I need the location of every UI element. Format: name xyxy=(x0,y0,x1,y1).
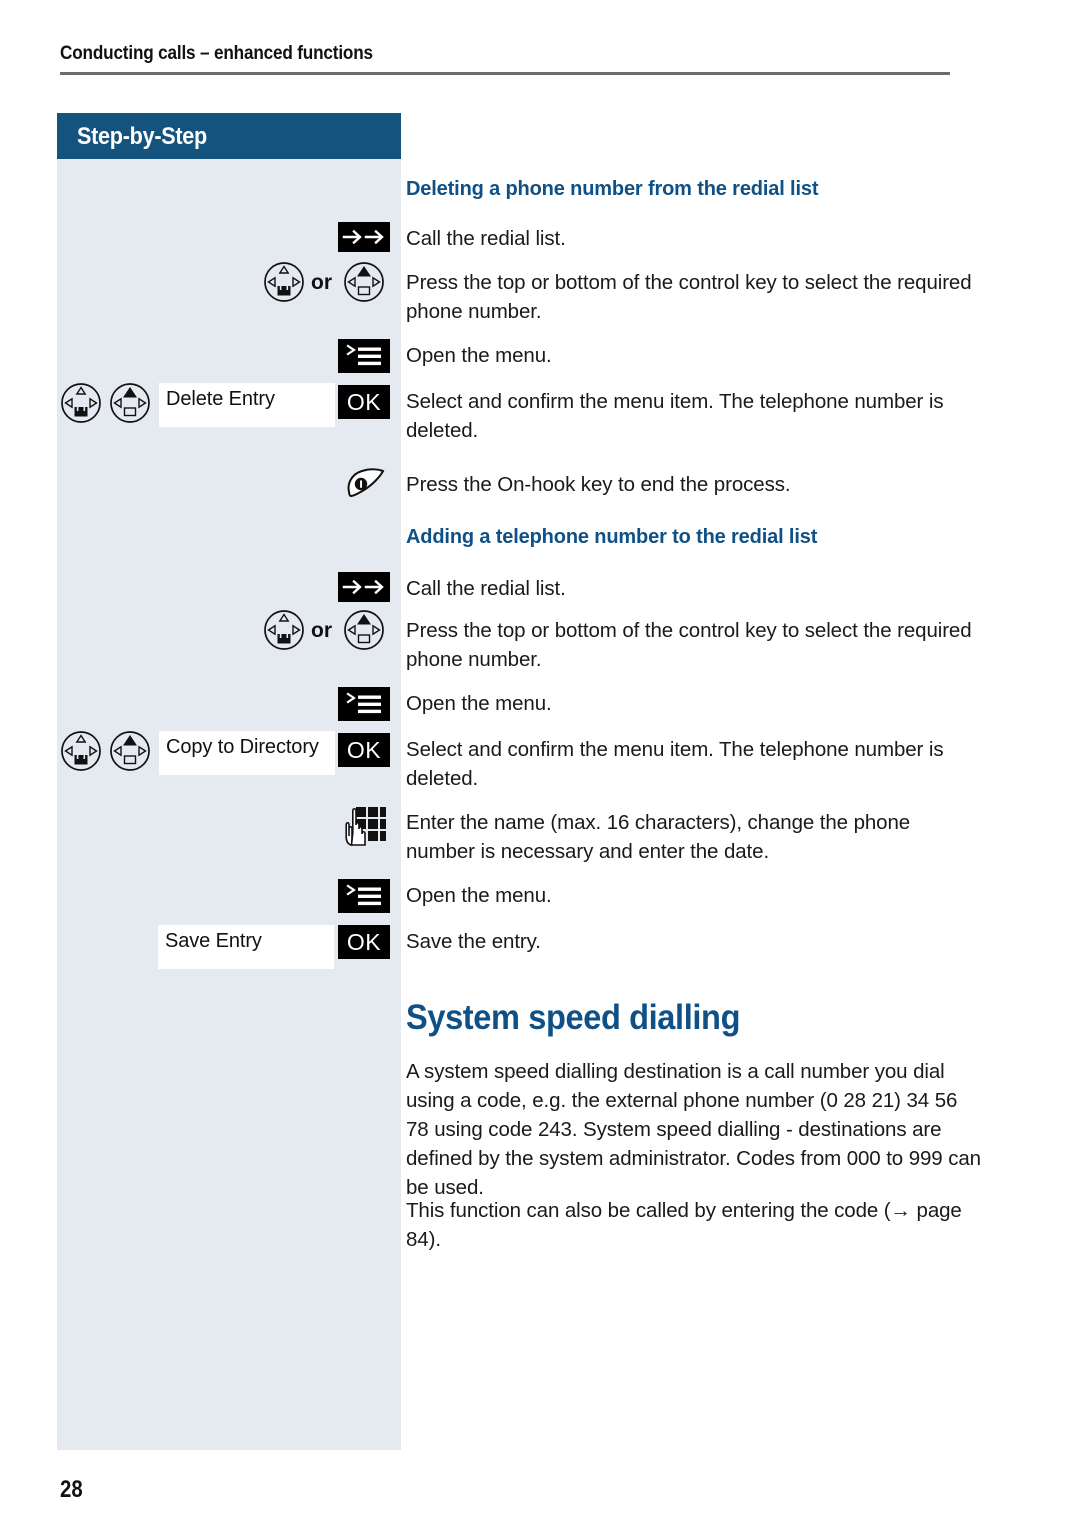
step-by-step-panel xyxy=(57,113,401,1450)
control-key-up-icon-4[interactable] xyxy=(109,730,151,772)
step-by-step-header: Step-by-Step xyxy=(57,113,401,159)
display-field-delete-entry[interactable]: Delete Entry xyxy=(159,383,335,427)
redial-key-icon-2[interactable] xyxy=(338,572,390,602)
control-key-up-icon[interactable] xyxy=(343,261,385,303)
control-key-up-icon-3[interactable] xyxy=(343,609,385,651)
page-reference-arrow-icon: → xyxy=(890,1199,912,1222)
display-field-delete-entry-text: Delete Entry xyxy=(166,388,275,410)
step-text-open-menu-2: Open the menu. xyxy=(406,692,552,715)
ok-key-3[interactable]: OK xyxy=(338,925,390,959)
page-number: 28 xyxy=(60,1476,83,1503)
step-text-press-control-key-1: Press the top or bottom of the control k… xyxy=(406,271,972,323)
display-field-save-entry-text: Save Entry xyxy=(165,930,262,952)
redial-key-icon[interactable] xyxy=(338,222,390,252)
on-hook-key-icon[interactable] xyxy=(342,465,388,505)
menu-key-icon-2[interactable] xyxy=(338,687,390,721)
keypad-key-icon[interactable] xyxy=(343,803,389,847)
control-key-up-icon-2[interactable] xyxy=(109,382,151,424)
section-heading-adding-number: Adding a telephone number to the redial … xyxy=(406,526,818,548)
display-field-copy-to-directory[interactable]: Copy to Directory xyxy=(159,731,335,775)
display-field-save-entry[interactable]: Save Entry xyxy=(158,925,334,969)
step-text-call-redial-list-1: Call the redial list. xyxy=(406,227,566,250)
ok-key-2[interactable]: OK xyxy=(338,733,390,767)
control-key-down-icon-4[interactable] xyxy=(60,730,102,772)
section-heading-delete-number: Deleting a phone number from the redial … xyxy=(406,178,819,200)
step-text-call-redial-list-2: Call the redial list. xyxy=(406,577,566,600)
running-head-text: Conducting calls – enhanced functions xyxy=(60,42,373,64)
control-key-down-icon-3[interactable] xyxy=(263,609,305,651)
display-field-copy-to-directory-text: Copy to Directory xyxy=(166,736,319,758)
step-text-press-control-key-2: Press the top or bottom of the control k… xyxy=(406,619,972,671)
paragraph-system-speed-dialling-1: A system speed dialling destination is a… xyxy=(406,1060,981,1199)
step-text-save-entry: Save the entry. xyxy=(406,930,541,953)
control-key-down-icon-2[interactable] xyxy=(60,382,102,424)
step-text-select-confirm-1: Select and confirm the menu item. The te… xyxy=(406,390,944,442)
ok-key-1[interactable]: OK xyxy=(338,385,390,419)
paragraph-system-speed-dialling-2: This function can also be called by ente… xyxy=(406,1196,981,1254)
step-text-open-menu-1: Open the menu. xyxy=(406,344,552,367)
menu-key-icon[interactable] xyxy=(338,339,390,373)
or-label-1: or xyxy=(311,271,332,294)
step-by-step-label: Step-by-Step xyxy=(77,123,207,150)
menu-key-icon-3[interactable] xyxy=(338,879,390,913)
step-text-open-menu-3: Open the menu. xyxy=(406,884,552,907)
step-text-on-hook-1: Press the On-hook key to end the process… xyxy=(406,473,791,496)
control-key-down-icon[interactable] xyxy=(263,261,305,303)
running-head-rule xyxy=(60,72,950,75)
or-label-2: or xyxy=(311,619,332,642)
step-text-enter-name: Enter the name (max. 16 characters), cha… xyxy=(406,811,911,863)
step-text-select-confirm-2: Select and confirm the menu item. The te… xyxy=(406,738,944,790)
paragraph-2-prefix: This function can also be called by ente… xyxy=(406,1199,891,1222)
running-head: Conducting calls – enhanced functions xyxy=(60,42,950,75)
page-title-system-speed-dialling: System speed dialling xyxy=(406,998,741,1037)
